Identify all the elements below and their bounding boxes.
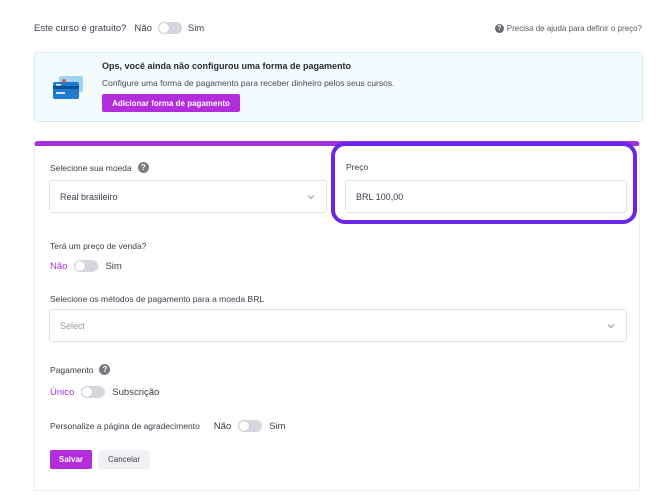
thank-you-label: Personalize a página de agradecimento bbox=[50, 421, 200, 431]
question-icon: ? bbox=[494, 23, 504, 33]
chevron-down-icon bbox=[607, 323, 615, 328]
free-course-option-yes[interactable]: Sim bbox=[188, 23, 204, 34]
currency-label-row: Selecione sua moeda ? bbox=[50, 162, 149, 173]
switch-knob bbox=[75, 261, 86, 271]
alert-text: Configure uma forma de pagamento para re… bbox=[102, 78, 395, 88]
price-highlight-box bbox=[331, 142, 637, 224]
payment-methods-label: Selecione os métodos de pagamento para a… bbox=[50, 294, 265, 304]
free-course-option-no[interactable]: Não bbox=[134, 23, 151, 34]
payment-label-row: Pagamento ? bbox=[50, 364, 111, 375]
question-icon[interactable]: ? bbox=[137, 162, 149, 173]
price-help-link[interactable]: ? Precisa de ajuda para definir o preço? bbox=[494, 23, 642, 33]
payment-methods-placeholder: Select bbox=[60, 320, 86, 331]
switch-knob bbox=[158, 23, 169, 33]
pricing-panel: Selecione sua moeda ? Real brasileiro Pr… bbox=[34, 141, 640, 491]
switch-knob bbox=[82, 387, 93, 397]
save-button[interactable]: Salvar bbox=[50, 450, 92, 469]
switch-knob bbox=[239, 421, 250, 431]
cancel-button[interactable]: Cancelar bbox=[98, 450, 150, 469]
payment-type-switch[interactable] bbox=[81, 386, 106, 398]
thank-you-option-yes[interactable]: Sim bbox=[269, 421, 285, 432]
free-course-label: Este curso é gratuito? bbox=[34, 22, 127, 34]
payment-methods-label-row: Selecione os métodos de pagamento para a… bbox=[50, 294, 264, 304]
credit-card-icon bbox=[53, 76, 83, 99]
sale-price-option-no[interactable]: Não bbox=[50, 261, 67, 272]
thank-you-option-no[interactable]: Não bbox=[214, 421, 231, 432]
thank-you-switch[interactable] bbox=[238, 420, 263, 432]
free-course-toggle-group: Não Sim bbox=[134, 22, 204, 34]
sale-price-toggle-row: Não Sim bbox=[50, 260, 122, 272]
payment-label: Pagamento bbox=[50, 364, 94, 375]
question-icon[interactable]: ? bbox=[99, 364, 111, 375]
sale-price-label: Terá um preço de venda? bbox=[50, 241, 147, 251]
currency-select[interactable]: Real brasileiro bbox=[49, 180, 327, 213]
alert-title: Ops, você ainda não configurou uma forma… bbox=[102, 61, 352, 71]
sale-price-option-yes[interactable]: Sim bbox=[105, 261, 121, 272]
currency-value: Real brasileiro bbox=[60, 191, 118, 202]
payment-alert: Ops, você ainda não configurou uma forma… bbox=[34, 52, 643, 122]
sale-price-switch[interactable] bbox=[74, 260, 99, 272]
payment-option-once[interactable]: Único bbox=[50, 387, 74, 398]
free-course-switch[interactable] bbox=[157, 22, 182, 34]
add-payment-method-button[interactable]: Adicionar forma de pagamento bbox=[102, 94, 240, 112]
thank-you-row: Personalize a página de agradecimento Nã… bbox=[50, 420, 286, 432]
free-course-row: Este curso é gratuito? Não Sim ? Precisa… bbox=[34, 18, 642, 38]
payment-option-subscription[interactable]: Subscrição bbox=[112, 387, 159, 398]
currency-label: Selecione sua moeda bbox=[50, 162, 132, 173]
chevron-down-icon bbox=[307, 194, 315, 199]
price-help-text: Precisa de ajuda para definir o preço? bbox=[506, 23, 642, 33]
sale-price-label-row: Terá um preço de venda? bbox=[50, 241, 146, 251]
payment-toggle-row: Único Subscrição bbox=[50, 386, 159, 398]
payment-methods-select[interactable]: Select bbox=[49, 309, 627, 342]
